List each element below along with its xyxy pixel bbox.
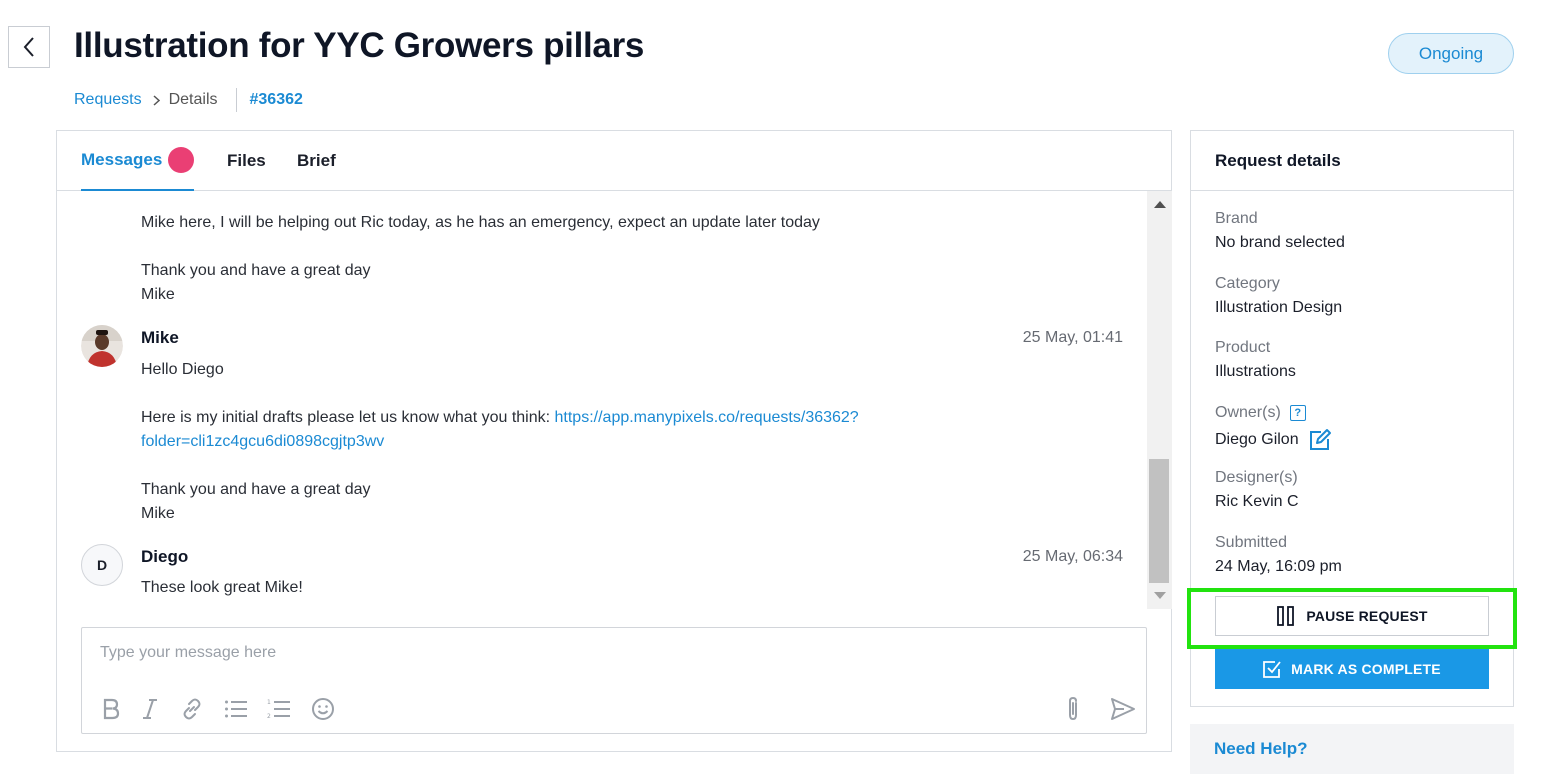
message-link[interactable]: https://app.manypixels.co/requests/36362… bbox=[555, 409, 859, 426]
message-text: Mike bbox=[141, 286, 175, 303]
user-photo-icon bbox=[81, 325, 123, 367]
message-list: Mike here, I will be helping out Ric tod… bbox=[57, 191, 1147, 609]
category-label: Category bbox=[1215, 275, 1280, 292]
submitted-label: Submitted bbox=[1215, 534, 1288, 551]
tab-messages[interactable]: Messages bbox=[81, 131, 195, 191]
help-question-icon[interactable]: ? bbox=[1289, 405, 1306, 421]
owner-label-row: Owner(s) ? bbox=[1215, 404, 1306, 422]
numbered-list-icon[interactable]: 12 bbox=[264, 694, 294, 724]
brand-value: No brand selected bbox=[1215, 234, 1345, 251]
avatar bbox=[81, 325, 123, 367]
scroll-down-arrow-icon[interactable] bbox=[1154, 592, 1166, 599]
help-box: Need Help? bbox=[1190, 724, 1514, 774]
pause-request-button[interactable]: PAUSE REQUEST bbox=[1215, 596, 1489, 636]
tab-messages-label: Messages bbox=[81, 150, 163, 169]
mark-complete-button[interactable]: MARK AS COMPLETE bbox=[1215, 649, 1489, 689]
avatar: D bbox=[81, 544, 123, 586]
pause-icon bbox=[1276, 606, 1296, 626]
scroll-up-arrow-icon[interactable] bbox=[1154, 201, 1166, 208]
tab-brief[interactable]: Brief bbox=[297, 131, 336, 191]
message-text: Thank you and have a great day bbox=[141, 481, 371, 498]
bullet-list-icon[interactable] bbox=[221, 694, 251, 724]
tab-files-label: Files bbox=[227, 151, 266, 170]
emoji-icon[interactable] bbox=[308, 694, 338, 724]
mark-complete-label: MARK AS COMPLETE bbox=[1291, 661, 1441, 677]
notification-badge bbox=[168, 147, 195, 173]
svg-text:1: 1 bbox=[267, 699, 271, 706]
designer-label: Designer(s) bbox=[1215, 469, 1298, 486]
checkbox-check-icon bbox=[1263, 660, 1281, 678]
attach-icon[interactable] bbox=[1058, 694, 1088, 724]
breadcrumb: Requests Details #36362 bbox=[74, 88, 303, 112]
message-text: Here is my initial drafts please let us … bbox=[141, 406, 859, 430]
message-text: Mike bbox=[141, 505, 175, 522]
message-text: Hello Diego bbox=[141, 361, 224, 378]
message-text: Thank you and have a great day bbox=[141, 262, 371, 279]
product-value: Illustrations bbox=[1215, 363, 1296, 380]
back-button[interactable] bbox=[8, 26, 50, 68]
panel-title: Request details bbox=[1191, 131, 1513, 191]
message-text: Mike here, I will be helping out Ric tod… bbox=[141, 214, 820, 231]
breadcrumb-current: Details bbox=[168, 91, 218, 108]
scroll-thumb[interactable] bbox=[1149, 459, 1169, 583]
breadcrumb-divider bbox=[235, 88, 237, 112]
svg-text:2: 2 bbox=[267, 713, 271, 720]
product-label: Product bbox=[1215, 339, 1271, 356]
breadcrumb-requests-link[interactable]: Requests bbox=[74, 91, 142, 109]
owner-label: Owner(s) bbox=[1215, 404, 1281, 421]
message-timestamp: 25 May, 01:41 bbox=[1022, 329, 1123, 346]
message-text-prefix: Here is my initial drafts please let us … bbox=[141, 409, 555, 426]
owner-value: Diego Gilon bbox=[1215, 431, 1299, 448]
request-id[interactable]: #36362 bbox=[250, 91, 303, 109]
send-icon[interactable] bbox=[1108, 694, 1138, 724]
italic-icon[interactable] bbox=[135, 694, 165, 724]
message-scrollbar[interactable] bbox=[1147, 191, 1172, 609]
message-author: Mike bbox=[141, 328, 179, 347]
link-icon[interactable] bbox=[177, 694, 207, 724]
tab-bar: Messages Files Brief bbox=[57, 131, 1171, 191]
pause-request-label: PAUSE REQUEST bbox=[1306, 608, 1428, 624]
message-author: Diego bbox=[141, 547, 189, 566]
chevron-left-icon bbox=[23, 37, 34, 57]
chevron-right-icon bbox=[153, 94, 160, 106]
message-text: These look great Mike! bbox=[141, 579, 303, 596]
designer-value: Ric Kevin C bbox=[1215, 493, 1299, 510]
status-badge: Ongoing bbox=[1388, 33, 1514, 74]
need-help-link[interactable]: Need Help? bbox=[1214, 739, 1308, 759]
message-timestamp: 25 May, 06:34 bbox=[1022, 548, 1123, 565]
submitted-value: 24 May, 16:09 pm bbox=[1215, 558, 1342, 575]
tab-brief-label: Brief bbox=[297, 151, 336, 170]
message-composer: 12 bbox=[81, 627, 1147, 734]
tab-files[interactable]: Files bbox=[227, 131, 266, 191]
message-input[interactable] bbox=[100, 644, 1000, 662]
messages-panel: Messages Files Brief Mike here, I will b… bbox=[56, 130, 1172, 752]
brand-label: Brand bbox=[1215, 210, 1258, 227]
page-title: Illustration for YYC Growers pillars bbox=[74, 26, 645, 65]
category-value: Illustration Design bbox=[1215, 299, 1343, 316]
edit-icon[interactable] bbox=[1308, 428, 1332, 452]
owner-value-row: Diego Gilon bbox=[1215, 428, 1332, 452]
bold-icon[interactable] bbox=[96, 694, 126, 724]
message-link[interactable]: folder=cli1zc4gcu6di0898cgjtp3wv bbox=[141, 430, 384, 454]
